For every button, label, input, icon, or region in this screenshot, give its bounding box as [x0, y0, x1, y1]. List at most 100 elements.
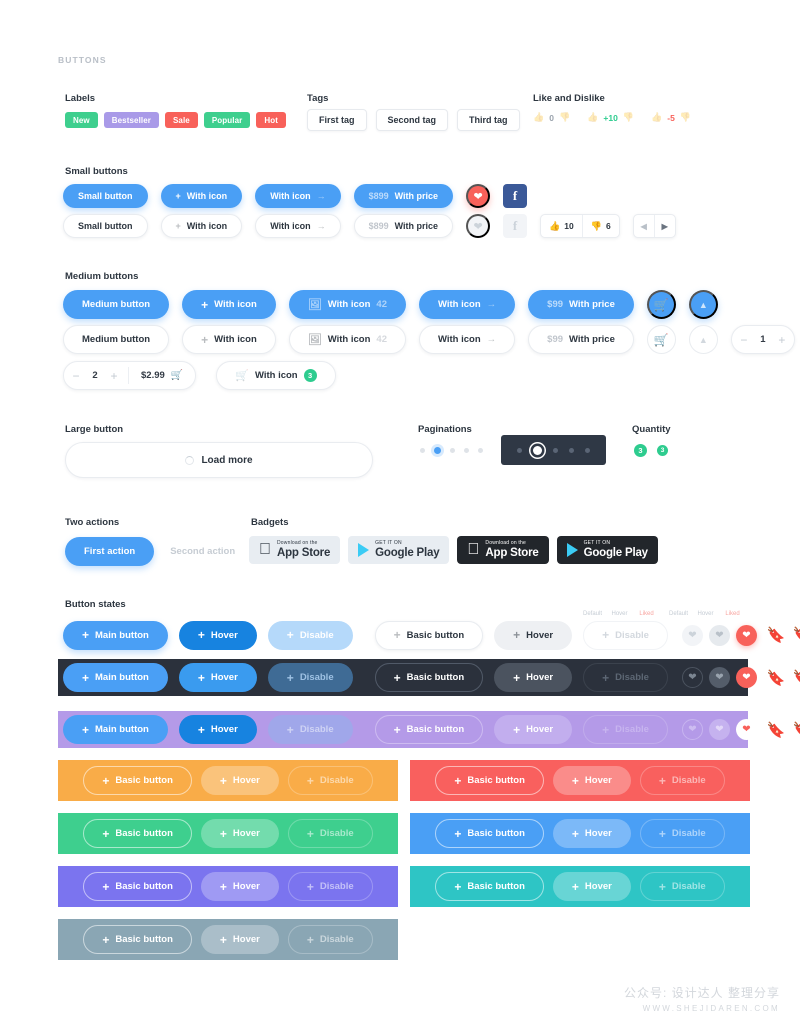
- label-pill[interactable]: Bestseller: [103, 112, 159, 128]
- medium-button-plain-outline[interactable]: Medium button: [63, 325, 170, 354]
- medium-button-with-arrow-icon[interactable]: With icon →: [418, 290, 516, 319]
- small-button-with-price[interactable]: $899 With price: [353, 184, 454, 208]
- small-button-plain[interactable]: Small button: [63, 184, 148, 208]
- app-store-badge-dark[interactable]: Download on theApp Store: [457, 536, 549, 564]
- basic-button-default-teal[interactable]: + Basic button: [435, 872, 544, 901]
- basic-button-hover-indigo[interactable]: + Hover: [200, 872, 279, 901]
- cart-button[interactable]: 🛒: [646, 290, 676, 319]
- basic-button-hover-purple[interactable]: + Hover: [494, 715, 573, 744]
- heart-button-hover[interactable]: ❤: [708, 624, 730, 646]
- thumbs-down-icon[interactable]: 👎: [559, 112, 570, 123]
- stepper-decrement-button[interactable]: −: [64, 370, 88, 382]
- bookmark-icon-default-purple[interactable]: 🔖: [767, 721, 786, 739]
- basic-button-hover-dark[interactable]: + Hover: [494, 663, 573, 692]
- label-pill[interactable]: New: [65, 112, 98, 128]
- stepper-decrement-button[interactable]: −: [732, 334, 756, 346]
- heart-button-default-dark[interactable]: ❤: [681, 667, 703, 688]
- pagination-dot-3[interactable]: [450, 448, 455, 453]
- small-button-with-arrow-icon[interactable]: With icon →: [255, 184, 341, 208]
- google-play-badge-light[interactable]: GET IT ON Google Play: [348, 536, 450, 564]
- scroll-up-button[interactable]: ▲: [688, 290, 718, 319]
- basic-button-default-indigo[interactable]: + Basic button: [83, 872, 192, 901]
- label-pill[interactable]: Sale: [165, 112, 198, 128]
- medium-button-with-price[interactable]: $99 With price: [528, 290, 634, 319]
- thumbs-up-icon[interactable]: 👍: [651, 112, 662, 123]
- basic-button-hover-orange[interactable]: + Hover: [200, 766, 279, 795]
- heart-button-liked-dark[interactable]: ❤: [735, 667, 757, 688]
- basic-button-default-slate[interactable]: + Basic button: [83, 925, 192, 954]
- tag-chip[interactable]: Third tag: [457, 109, 520, 131]
- small-button-with-plus-icon-outline[interactable]: + With icon: [160, 214, 243, 238]
- like-heart-button[interactable]: ❤: [466, 184, 491, 208]
- like-heart-button-outline[interactable]: ❤: [466, 214, 491, 238]
- small-button-with-arrow-icon-outline[interactable]: With icon →: [255, 214, 341, 238]
- pagination-dot-dark-3[interactable]: [553, 447, 558, 453]
- second-action-link[interactable]: Second action: [170, 546, 235, 557]
- cart-button-outline[interactable]: 🛒: [646, 325, 676, 354]
- basic-button-default-purple[interactable]: + Basic button: [374, 715, 484, 744]
- basic-button-default-blue[interactable]: + Basic button: [435, 819, 544, 848]
- heart-button-default-purple[interactable]: ❤: [681, 719, 703, 740]
- basic-button-hover-teal[interactable]: + Hover: [552, 872, 631, 901]
- small-button-plain-outline[interactable]: Small button: [63, 214, 148, 238]
- pagination-dot-dark-5[interactable]: [585, 447, 590, 453]
- tag-chip[interactable]: Second tag: [375, 109, 449, 131]
- facebook-share-button-outline[interactable]: f: [503, 214, 528, 238]
- thumbs-down-vote-button[interactable]: 👎 6: [583, 215, 619, 237]
- pagination-dot-1[interactable]: [420, 448, 425, 453]
- pager-prev-button[interactable]: ◀: [634, 215, 654, 237]
- thumbs-down-icon[interactable]: 👎: [680, 112, 691, 123]
- bookmark-icon-hover[interactable]: 🔖: [793, 626, 800, 644]
- thumbs-up-icon[interactable]: 👍: [533, 112, 544, 123]
- pager-next-button[interactable]: ▶: [655, 215, 675, 237]
- basic-button-default-dark[interactable]: + Basic button: [374, 663, 484, 692]
- label-pill[interactable]: Hot: [256, 112, 286, 128]
- tag-chip[interactable]: First tag: [307, 109, 367, 131]
- heart-button-hover-dark[interactable]: ❤: [708, 667, 730, 688]
- pagination-dot-4[interactable]: [464, 448, 469, 453]
- medium-button-with-plus-icon[interactable]: + With icon: [182, 290, 276, 319]
- basic-button-default-orange[interactable]: + Basic button: [83, 766, 192, 795]
- basic-button-default[interactable]: + Basic button: [374, 620, 484, 650]
- basic-button-hover-blue[interactable]: + Hover: [552, 819, 631, 848]
- basic-button-default-green[interactable]: + Basic button: [83, 819, 192, 848]
- scroll-up-button-outline[interactable]: ▲: [688, 325, 718, 354]
- heart-button-default[interactable]: ❤: [681, 624, 703, 646]
- thumbs-up-icon[interactable]: 👍: [587, 112, 598, 123]
- pagination-dots-dark[interactable]: [501, 435, 606, 465]
- pagination-dot-5[interactable]: [478, 448, 483, 453]
- app-store-badge-light[interactable]: Download on theApp Store: [249, 536, 341, 564]
- basic-button-hover[interactable]: + Hover: [494, 620, 573, 650]
- medium-button-with-plus-icon-outline[interactable]: + With icon: [182, 325, 276, 354]
- first-action-button[interactable]: First action: [65, 537, 155, 566]
- bookmark-icon-hover-purple[interactable]: 🔖: [793, 721, 800, 739]
- google-play-badge-dark[interactable]: GET IT ON Google Play: [556, 536, 658, 564]
- basic-button-hover-green[interactable]: + Hover: [200, 819, 279, 848]
- basic-button-hover-slate[interactable]: + Hover: [200, 925, 279, 954]
- pagination-dot-dark-2[interactable]: [533, 445, 542, 455]
- load-more-button[interactable]: Load more: [65, 442, 373, 478]
- pagination-dot-dark-4[interactable]: [569, 447, 574, 453]
- main-button-hover-purple[interactable]: + Hover: [178, 715, 257, 744]
- stepper-increment-button[interactable]: +: [770, 334, 794, 346]
- thumbs-down-icon[interactable]: 👎: [623, 112, 634, 123]
- medium-button-with-price-outline[interactable]: $99 With price: [528, 325, 634, 354]
- medium-button-plain[interactable]: Medium button: [63, 290, 170, 319]
- label-pill[interactable]: Popular: [203, 112, 251, 128]
- basic-button-hover-red[interactable]: + Hover: [552, 766, 631, 795]
- basic-button-default-red[interactable]: + Basic button: [435, 766, 544, 795]
- heart-button-hover-purple[interactable]: ❤: [708, 719, 730, 740]
- main-button-default[interactable]: + Main button: [63, 620, 168, 650]
- bookmark-icon-default[interactable]: 🔖: [767, 626, 786, 644]
- facebook-share-button[interactable]: f: [503, 184, 528, 208]
- pagination-dots-light[interactable]: [420, 447, 483, 454]
- pagination-dot-2[interactable]: [434, 447, 441, 454]
- thumbs-up-vote-button[interactable]: 👍 10: [541, 215, 582, 237]
- pagination-dot-dark-1[interactable]: [517, 447, 522, 453]
- small-button-with-plus-icon[interactable]: + With icon: [160, 184, 243, 208]
- main-button-hover[interactable]: + Hover: [178, 620, 257, 650]
- stepper-add-to-cart-button[interactable]: $2.99 🛒: [131, 370, 195, 381]
- stepper-increment-button[interactable]: +: [102, 370, 126, 382]
- main-button-hover-dark[interactable]: + Hover: [178, 663, 257, 692]
- medium-button-with-image-icon[interactable]: 🖼 With icon 42: [288, 290, 406, 319]
